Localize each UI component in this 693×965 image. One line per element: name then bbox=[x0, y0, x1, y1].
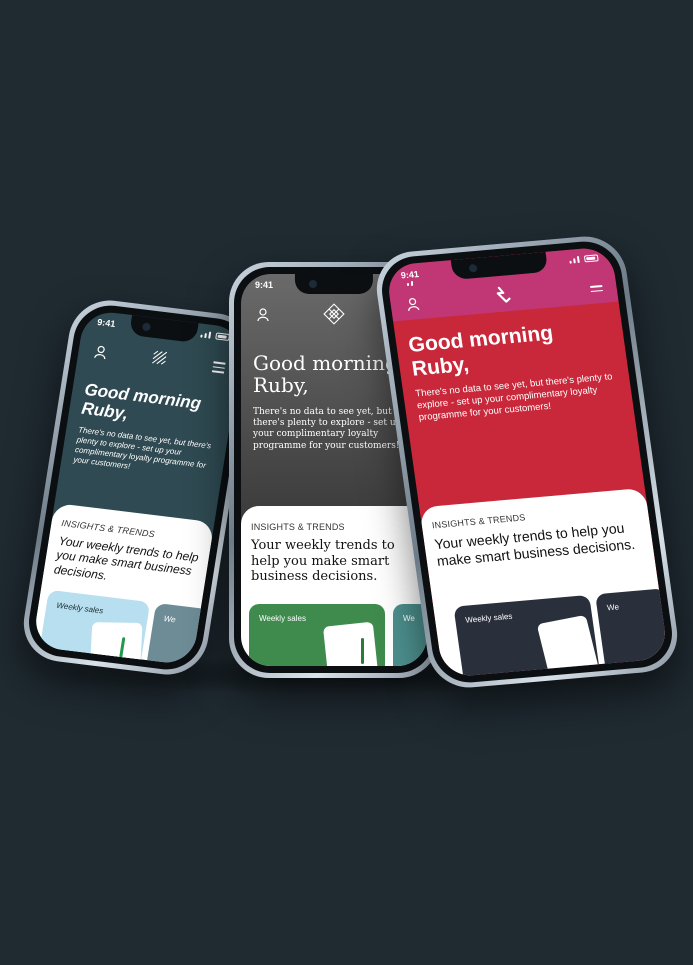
weekly-sales-tile[interactable]: Weekly sales 0% bbox=[33, 589, 151, 666]
status-time: 9:41 bbox=[400, 269, 420, 281]
tile-illustration bbox=[536, 614, 604, 678]
tile-label: Weekly sales bbox=[464, 611, 513, 625]
phone-left-screen: 9:41 Good morning Ruby, There's no data … bbox=[31, 309, 246, 666]
weekly-sales-tile[interactable]: Weekly sales 0% bbox=[249, 604, 385, 666]
tile-label: Weekly sales bbox=[259, 614, 306, 623]
user-icon[interactable] bbox=[406, 297, 420, 312]
phone-right-bezel: 9:41 Good morning Ruby, There's no data … bbox=[377, 238, 677, 686]
insights-label: INSIGHTS & TRENDS bbox=[251, 522, 345, 532]
insights-card: INSIGHTS & TRENDS Your weekly trends to … bbox=[241, 506, 427, 666]
tiles-row: Weekly sales 0% We bbox=[249, 604, 427, 666]
greeting-title: Good morning Ruby, bbox=[80, 379, 203, 424]
second-tile[interactable]: We bbox=[595, 588, 669, 678]
user-icon[interactable] bbox=[94, 345, 108, 360]
tile-label: We bbox=[163, 614, 177, 625]
tiles-row: Weekly sales 0% We bbox=[441, 588, 669, 678]
brand-logo-icon bbox=[496, 286, 511, 303]
user-icon[interactable] bbox=[257, 308, 269, 322]
greeting-body: There's no data to see yet, but there's … bbox=[414, 371, 614, 424]
brand-logo-icon bbox=[323, 303, 345, 325]
battery-icon bbox=[583, 254, 599, 263]
greeting: Good morning Ruby, There's no data to se… bbox=[73, 380, 225, 482]
tile-accent-bar bbox=[361, 638, 364, 664]
status-time: 9:41 bbox=[255, 280, 274, 290]
signal-icon bbox=[200, 331, 231, 342]
phone-left-bezel: 9:41 Good morning Ruby, There's no data … bbox=[23, 301, 254, 674]
phone-left: 9:41 Good morning Ruby, There's no data … bbox=[18, 295, 259, 680]
insights-card: INSIGHTS & TRENDS Your weekly trends to … bbox=[31, 502, 216, 666]
greeting-body: There's no data to see yet, but there's … bbox=[253, 406, 402, 451]
phone-right-screen: 9:41 Good morning Ruby, There's no data … bbox=[385, 246, 669, 678]
status-bar: 9:41 bbox=[255, 280, 413, 292]
tile-illustration bbox=[88, 622, 143, 666]
tile-illustration bbox=[322, 621, 382, 666]
battery-icon bbox=[215, 332, 231, 342]
greeting-body: There's no data to see yet, but there's … bbox=[72, 425, 212, 471]
status-time: 9:41 bbox=[96, 316, 117, 329]
signal-icon bbox=[569, 254, 599, 264]
weekly-sales-tile[interactable]: Weekly sales 0% bbox=[453, 594, 604, 678]
insights-title: Your weekly trends to help you make smar… bbox=[53, 533, 200, 583]
brand-logo-icon bbox=[151, 350, 167, 365]
signal-icon bbox=[407, 281, 413, 286]
menu-icon[interactable] bbox=[590, 285, 603, 296]
greeting: Good morning Ruby, There's no data to se… bbox=[407, 316, 623, 424]
menu-icon[interactable] bbox=[212, 361, 226, 374]
tile-label: Weekly sales bbox=[55, 600, 104, 616]
insights-title: Your weekly trends to help you make smar… bbox=[251, 538, 395, 585]
greeting-title: Good morning Ruby, bbox=[407, 321, 555, 381]
insights-card: INSIGHTS & TRENDS Your weekly trends to … bbox=[419, 487, 669, 678]
tiles-row: Weekly sales 0% We bbox=[33, 589, 216, 666]
mockup-stage: 9:41 Good morning Ruby, There's no data … bbox=[0, 0, 693, 965]
tile-label: We bbox=[403, 614, 415, 623]
tile-label: We bbox=[606, 602, 620, 613]
